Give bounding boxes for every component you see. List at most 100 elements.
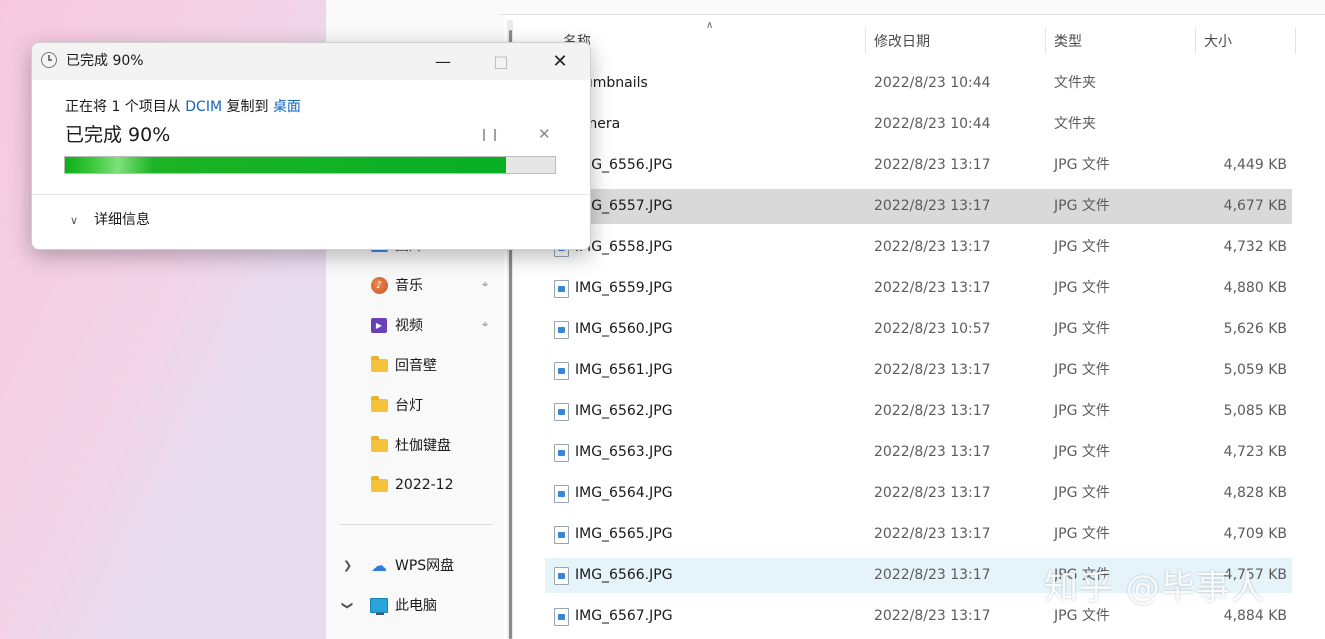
music-icon: ♪ (370, 276, 388, 294)
video-icon: ▶ (370, 316, 388, 334)
file-size: 4,732 KB (1223, 239, 1287, 255)
file-row[interactable]: IMG_6556.JPG 2022/8/23 13:17 JPG 文件 4,449 K… (545, 148, 1292, 183)
file-size: 4,723 KB (1223, 444, 1287, 460)
sidebar-item-label: 视频 (395, 318, 423, 334)
jpg-file-icon (554, 444, 569, 462)
sidebar-item[interactable]: ▶ 视频 ⌖ (326, 307, 504, 343)
copy-progress-dialog: 已完成 90% — □ ✕ 正在将 1 个项目从 DCIM 复制到 桌面 已完成… (31, 42, 591, 250)
jpg-file-icon (554, 280, 569, 298)
computer-icon (370, 596, 388, 615)
file-row[interactable]: IMG_6564.JPG 2022/8/23 13:17 JPG 文件 4,828 K… (545, 476, 1292, 511)
sidebar-item-label: 2022-12 (395, 477, 454, 493)
file-date: 2022/8/23 13:17 (874, 526, 991, 542)
file-date: 2022/8/23 13:17 (874, 444, 991, 460)
cancel-copy-icon[interactable]: ✕ (538, 125, 551, 143)
file-name: IMG_6563.JPG (575, 444, 673, 460)
file-row[interactable]: IMG_6559.JPG 2022/8/23 13:17 JPG 文件 4,880 K… (545, 271, 1292, 306)
column-separator[interactable] (865, 28, 866, 54)
cloud-icon: ☁ (371, 555, 387, 575)
chevron-right-icon[interactable]: ❯ (343, 559, 352, 572)
sidebar-item[interactable]: ♪ 音乐 ⌖ (326, 267, 504, 303)
file-size: 4,709 KB (1223, 526, 1287, 542)
column-header-type[interactable]: 类型 (1054, 22, 1082, 60)
jpg-file-icon (554, 362, 569, 380)
column-separator[interactable] (1045, 28, 1046, 54)
jpg-file-icon (554, 567, 569, 585)
file-date: 2022/8/23 13:17 (874, 157, 991, 173)
file-name: IMG_6560.JPG (575, 321, 673, 337)
nav-divider (340, 524, 492, 525)
dialog-titlebar[interactable]: 已完成 90% — □ ✕ (32, 43, 590, 80)
watermark: 知乎 @毕事人 (1044, 568, 1266, 608)
file-row[interactable]: humbnails 2022/8/23 10:44 文件夹 (545, 66, 1292, 101)
progress-bar (64, 156, 556, 174)
details-toggle[interactable]: ∨ 详细信息 (70, 209, 150, 229)
desc-prefix: 正在将 1 个项目从 (65, 99, 181, 115)
file-type: JPG 文件 (1054, 403, 1110, 419)
file-name: IMG_6561.JPG (575, 362, 673, 378)
file-name: IMG_6565.JPG (575, 526, 673, 542)
close-button[interactable]: ✕ (531, 43, 589, 80)
source-link[interactable]: DCIM (185, 99, 222, 115)
sidebar-item[interactable]: 台灯 (326, 387, 504, 423)
jpg-file-icon (554, 608, 569, 626)
file-size: 5,626 KB (1223, 321, 1287, 337)
sidebar-item-this-pc[interactable]: ❯ 此电脑 (326, 587, 504, 623)
file-type: JPG 文件 (1054, 485, 1110, 501)
folder-icon (370, 475, 388, 494)
maximize-button: □ (493, 52, 509, 71)
clock-icon (41, 52, 57, 68)
pause-icon[interactable]: ❙❙ (479, 127, 501, 141)
file-row[interactable]: IMG_6563.JPG 2022/8/23 13:17 JPG 文件 4,723 K… (545, 435, 1292, 470)
jpg-file-icon (554, 485, 569, 503)
pin-icon[interactable]: ⌖ (482, 318, 488, 332)
column-separator[interactable] (1195, 28, 1196, 54)
file-size: 4,880 KB (1223, 280, 1287, 296)
jpg-file-icon (554, 526, 569, 544)
file-date: 2022/8/23 13:17 (874, 608, 991, 624)
dialog-divider (32, 194, 590, 195)
file-date: 2022/8/23 10:44 (874, 75, 991, 91)
sidebar-item[interactable]: 回音壁 (326, 347, 504, 383)
pin-icon[interactable]: ⌖ (482, 278, 488, 292)
column-separator[interactable] (1295, 28, 1296, 54)
file-size: 5,059 KB (1223, 362, 1287, 378)
file-size: 5,085 KB (1223, 403, 1287, 419)
file-date: 2022/8/23 13:17 (874, 485, 991, 501)
address-bar-area (499, 0, 1325, 15)
progress-status: 已完成 90% (65, 124, 171, 146)
jpg-file-icon (554, 321, 569, 339)
sidebar-item[interactable]: 2022-12 (326, 467, 504, 503)
file-row[interactable]: IMG_6562.JPG 2022/8/23 13:17 JPG 文件 5,085 K… (545, 394, 1292, 429)
file-date: 2022/8/23 13:17 (874, 239, 991, 255)
dialog-title: 已完成 90% (66, 53, 144, 69)
sidebar-item-wps[interactable]: ❯ ☁ WPS网盘 (326, 547, 504, 583)
file-type: JPG 文件 (1054, 239, 1110, 255)
chevron-down-icon: ∨ (70, 214, 79, 227)
file-row[interactable]: amera 2022/8/23 10:44 文件夹 (545, 107, 1292, 142)
destination-link[interactable]: 桌面 (273, 99, 301, 115)
file-row[interactable]: IMG_6565.JPG 2022/8/23 13:17 JPG 文件 4,709 K… (545, 517, 1292, 552)
file-date: 2022/8/23 13:17 (874, 198, 991, 214)
sidebar-item[interactable]: 杜伽键盘 (326, 427, 504, 463)
column-header-size[interactable]: 大小 (1204, 22, 1232, 60)
file-type: JPG 文件 (1054, 526, 1110, 542)
sidebar-item-label: 台灯 (395, 398, 423, 414)
column-header-modified[interactable]: 修改日期 (874, 22, 930, 60)
file-type: JPG 文件 (1054, 157, 1110, 173)
sidebar-item-label: WPS网盘 (395, 558, 455, 574)
file-row[interactable]: IMG_6557.JPG 2022/8/23 13:17 JPG 文件 4,677 K… (545, 189, 1292, 224)
copy-description: 正在将 1 个项目从 DCIM 复制到 桌面 (65, 96, 301, 116)
file-row[interactable]: IMG_6561.JPG 2022/8/23 13:17 JPG 文件 5,059 K… (545, 353, 1292, 388)
file-type: JPG 文件 (1054, 321, 1110, 337)
details-label: 详细信息 (94, 212, 150, 228)
file-date: 2022/8/23 13:17 (874, 567, 991, 583)
desc-middle: 复制到 (226, 99, 269, 115)
file-date: 2022/8/23 13:17 (874, 280, 991, 296)
file-row[interactable]: IMG_6558.JPG 2022/8/23 13:17 JPG 文件 4,732 K… (545, 230, 1292, 265)
chevron-down-icon[interactable]: ❯ (341, 600, 354, 609)
file-date: 2022/8/23 10:57 (874, 321, 991, 337)
file-row[interactable]: IMG_6560.JPG 2022/8/23 10:57 JPG 文件 5,626 K… (545, 312, 1292, 347)
minimize-button[interactable]: — (414, 43, 472, 80)
file-name: IMG_6564.JPG (575, 485, 673, 501)
